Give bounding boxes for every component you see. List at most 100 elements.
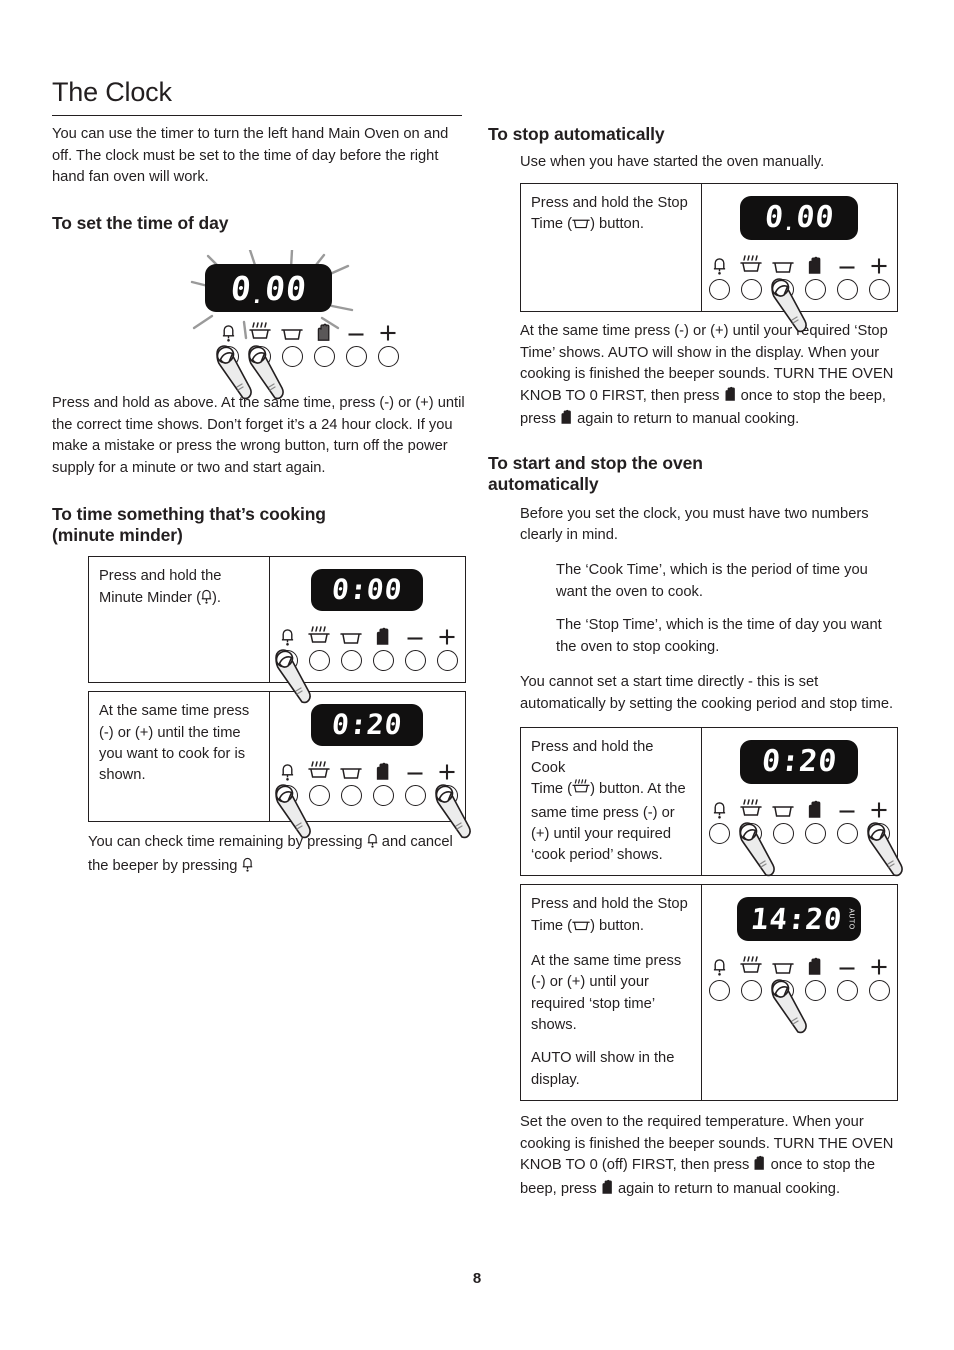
button-manual[interactable] [308,346,340,368]
manual-hand-icon [753,1155,766,1179]
minus-icon [831,954,863,976]
page-header: The Clock [52,77,462,116]
minute-minder-bell-icon [703,253,735,275]
button-minus[interactable] [831,980,863,1002]
button-minute-minder[interactable] [703,980,735,1002]
start-stop-lead: Before you set the clock, you must have … [520,505,869,544]
button-minus[interactable] [831,278,863,300]
manual-hand-icon [724,386,737,410]
plus-icon [863,954,895,976]
button-minute-minder[interactable] [703,822,735,844]
display-value: 0.00 [228,268,309,308]
stop-time-icon [767,954,799,976]
button-plus[interactable] [863,278,895,300]
panel-icon-row [271,759,463,781]
button-stop-time[interactable] [276,346,308,368]
button-manual[interactable] [367,650,399,672]
control-panel [212,320,404,400]
button-stop-time[interactable] [335,785,367,807]
start-stop-note: You cannot set a start time directly - t… [520,674,894,712]
display-panel: 0.00 [740,195,859,240]
plus-icon [863,797,895,819]
stop-time-icon [572,216,590,237]
button-manual[interactable] [799,278,831,300]
instruction-line2-tail: ). [212,589,222,606]
illustration-cell: 0:00 [268,556,467,704]
button-cook-time[interactable] [735,821,776,876]
table-row: At the same time press (-) or (+) until … [88,691,472,839]
panel-button-row [212,345,404,400]
button-cook-time[interactable] [303,650,335,672]
control-panel [271,759,472,839]
button-stop-time[interactable] [767,979,808,1034]
button-plus[interactable] [431,784,472,839]
button-plus[interactable] [372,346,404,368]
illustration-cell: 0.00 [700,182,899,333]
procedure-table-minute-minder-2: At the same time press (-) or (+) until … [88,691,472,839]
button-minus[interactable] [399,785,431,807]
instruction-line2-tail: ) button. [590,216,644,233]
stop-time-icon [276,320,308,342]
stop-auto-body-3: again to return to manual cooking. [577,411,800,428]
instruction-line2: Time ( [531,781,573,798]
button-minute-minder[interactable] [271,649,312,704]
instruction-line2: Time ( [531,917,573,934]
cook-time-icon [735,954,767,976]
button-plus[interactable] [863,980,895,1002]
plus-icon [863,253,895,275]
button-stop-time[interactable] [767,822,799,844]
minus-icon [340,320,372,342]
instruction-cell: Press and hold the Minute Minder (). [88,556,270,684]
button-minute-minder[interactable] [212,345,252,400]
button-stop-time[interactable] [767,278,808,333]
stop-time-icon [572,918,590,939]
heading-start-stop-line1: To start and stop the oven [488,453,703,473]
heading-minute-minder-line2: (minute minder) [52,524,183,545]
stop-time-icon [335,759,367,781]
panel-button-row [703,979,895,1034]
stop-time-icon [767,253,799,275]
bullet-stop-time: The ‘Stop Time’, which is the time of da… [556,617,882,655]
display-panel: 0.00 [205,264,332,313]
right-column: To stop automatically Use when you have … [488,124,904,1202]
cook-time-icon [735,797,767,819]
instruction-line1: Press and hold the [99,568,222,585]
instruction-cell: At the same time press (-) or (+) until … [88,691,270,823]
button-minute-minder[interactable] [703,278,735,300]
instruction-para3: AUTO will show in the display. [531,1050,675,1088]
button-minute-minder[interactable] [271,784,312,839]
button-cook-time[interactable] [735,980,767,1002]
button-manual[interactable] [799,980,831,1002]
minute-minder-bell-icon [212,320,244,342]
plus-icon [431,759,463,781]
heading-stop-automatically: To stop automatically [488,124,665,144]
button-minus[interactable] [399,650,431,672]
intro-paragraph: You can use the timer to turn the left h… [52,126,449,186]
button-manual[interactable] [799,822,831,844]
button-plus[interactable] [431,650,463,672]
minus-icon [831,797,863,819]
illustration-cell: 0:20 [268,691,472,839]
bullet-cook-time: The ‘Cook Time’, which is the period of … [556,561,868,600]
button-minus[interactable] [831,822,863,844]
button-stop-time[interactable] [335,650,367,672]
manual-hand-icon [799,253,831,275]
cook-time-icon [244,320,276,342]
minute-minder-bell-icon [703,954,735,977]
button-cook-time[interactable] [735,278,767,300]
heading-start-stop-line2: automatically [488,474,599,495]
procedure-table-cook-time: Press and hold the Cook Time () button. … [520,726,904,877]
button-plus[interactable] [863,821,904,876]
button-minus[interactable] [340,346,372,368]
button-cook-time[interactable] [303,785,335,807]
control-panel [703,797,904,876]
button-manual[interactable] [367,785,399,807]
bell-icon [367,832,378,856]
panel-icon-row [271,624,463,646]
stop-auto-body: At the same time press (-) or (+) until … [520,321,900,433]
minus-icon [399,759,431,781]
instruction-line2: Time ( [531,216,573,233]
bell-icon [242,856,253,880]
button-cook-time[interactable] [244,345,284,400]
minute-minder-footer: You can check time remaining by pressing… [88,832,467,879]
